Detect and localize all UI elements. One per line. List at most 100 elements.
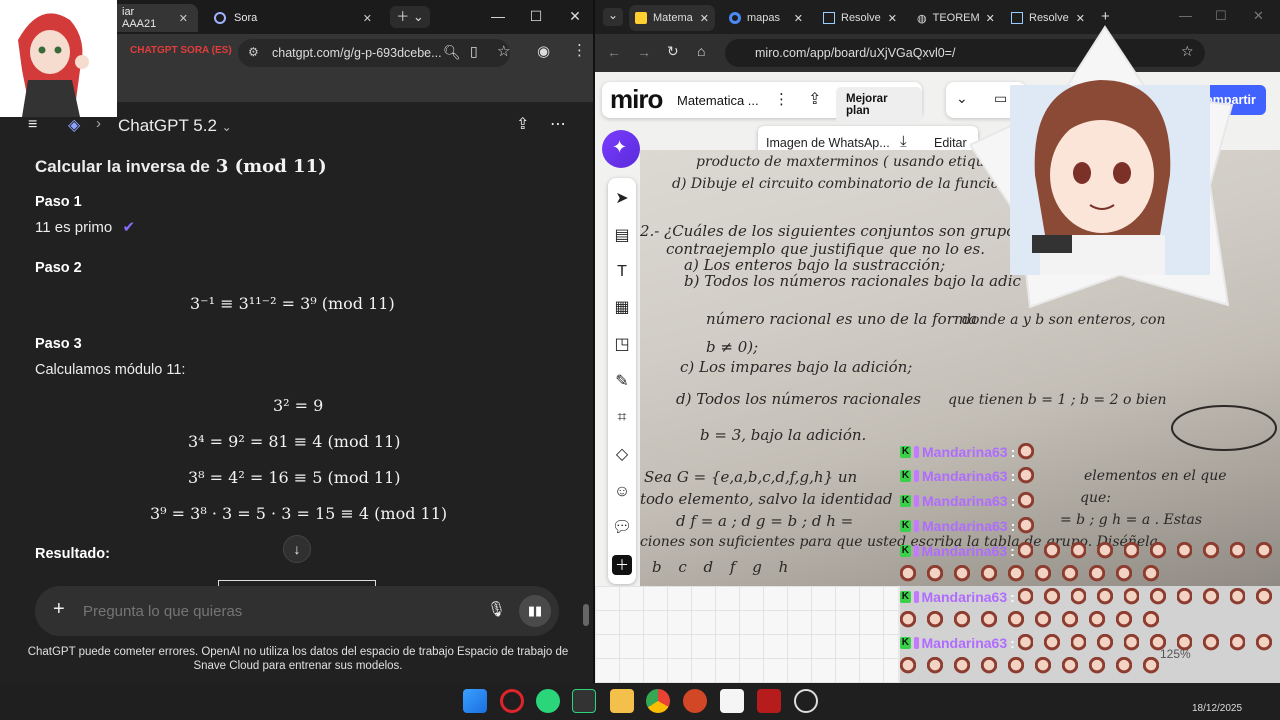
back-icon[interactable]: ← (607, 44, 621, 60)
site-info-icon[interactable]: ⚙ (248, 45, 259, 59)
microphone-icon[interactable]: 🎙︎ (487, 600, 506, 618)
close-window-icon[interactable]: ✕ (565, 8, 585, 25)
opera-icon[interactable] (500, 689, 524, 713)
close-window-icon[interactable]: ✕ (1253, 8, 1264, 24)
tab-list-icon[interactable]: ⌄ (603, 8, 623, 26)
zoom-icon[interactable]: 🔍︎ (443, 44, 461, 61)
select-icon[interactable]: ➤ (612, 189, 632, 209)
home-icon[interactable]: ⌂ (697, 43, 705, 59)
chevron-double-icon[interactable]: ⌄ (956, 90, 968, 107)
step1-text: 11 es primo ✔ (35, 218, 135, 236)
close-icon[interactable]: ✕ (888, 12, 897, 25)
chat-message: K Mandarina63: (900, 514, 1280, 538)
export-icon[interactable]: ⇪ (808, 89, 821, 109)
emote-icon (981, 611, 997, 629)
ai-assistant-button[interactable]: ✦ (602, 130, 640, 168)
prompt-box[interactable]: + 🎙︎ ▮▮ (35, 586, 559, 636)
emoji-icon[interactable]: ☺ (612, 482, 632, 502)
profile-icon[interactable]: ◉ (537, 42, 550, 60)
emote-icon (1116, 565, 1132, 583)
url-text: chatgpt.com/g/g-p-693dcebe... (272, 46, 442, 60)
emote-icon (1097, 542, 1113, 560)
gaming-app-icon[interactable] (536, 689, 560, 713)
upgrade-button[interactable]: Mejorar plan (836, 87, 922, 123)
emote-icon (1229, 634, 1246, 652)
pen-icon[interactable]: ✎ (612, 372, 632, 392)
download-icon[interactable]: ⤓ (900, 133, 907, 150)
check-icon: ✔ (122, 219, 136, 236)
zoom-level[interactable]: 125% (1160, 647, 1191, 661)
emote-icon (1176, 542, 1193, 560)
step3-label: Paso 3 (35, 336, 82, 352)
chrome-icon[interactable] (646, 689, 670, 713)
maximize-icon[interactable]: ☐ (1215, 8, 1227, 24)
emote-icon (981, 565, 997, 583)
emote-icon (1229, 588, 1246, 606)
notepad-icon[interactable] (720, 689, 744, 713)
scroll-down-button[interactable]: ↓ (283, 535, 311, 563)
voice-mode-button[interactable]: ▮▮ (519, 595, 551, 627)
windows-start-icon[interactable] (463, 689, 487, 713)
menu-icon[interactable]: ⋮ (572, 41, 587, 59)
file-explorer-icon[interactable] (610, 689, 634, 713)
emote-icon (1008, 611, 1024, 629)
table-icon[interactable]: ▦ (612, 298, 632, 318)
new-tab-button[interactable]: ＋ ⌄ (390, 6, 430, 28)
answer-heading: Calcular la inversa de 3 (mod 11) (35, 156, 327, 177)
edit-button[interactable]: Editar (934, 136, 967, 150)
date-display: 18/12/2025 (1192, 703, 1243, 714)
shapes-icon[interactable]: ◇ (612, 445, 632, 465)
frame-icon[interactable]: ⌗ (612, 408, 632, 428)
sidebar-menu-icon[interactable]: ≡ (28, 116, 37, 134)
more-tools-icon[interactable]: ＋ (612, 555, 632, 575)
prompt-input[interactable] (83, 598, 463, 624)
close-icon[interactable]: ✕ (794, 12, 803, 25)
model-selector[interactable]: ChatGPT 5.2 ⌄ (118, 116, 232, 136)
share-icon[interactable]: ⇪ (516, 114, 529, 134)
app-icon[interactable] (757, 689, 781, 713)
close-icon[interactable]: ✕ (986, 12, 995, 25)
miro-board-bar: miro Matematica ... ⋮ ⇪ Mejorar plan (602, 82, 922, 123)
powerpoint-icon[interactable] (683, 689, 707, 713)
board-menu-icon[interactable]: ⋮ (774, 90, 789, 108)
tab-sora[interactable]: Sora ✕ (204, 4, 382, 32)
miro-logo[interactable]: miro (610, 84, 663, 115)
minimize-icon[interactable]: — (488, 8, 508, 24)
minimize-icon[interactable]: — (1179, 8, 1192, 23)
plus-icon[interactable]: + (53, 598, 65, 621)
sticky-note-icon[interactable]: ◳ (612, 335, 632, 355)
project-icon[interactable]: ◈ (68, 115, 80, 135)
chat-message-area: Calcular la inversa de 3 (mod 11) Paso 1… (0, 148, 593, 588)
more-options-icon[interactable]: ⋯ (550, 114, 566, 134)
tab-active[interactable]: iar AAA21 ✕ (112, 4, 198, 32)
board-name[interactable]: Matematica ... (677, 93, 759, 108)
close-icon[interactable]: ✕ (1076, 12, 1085, 25)
google-icon (729, 12, 741, 24)
emote-icon (927, 657, 943, 675)
tab-miro[interactable]: Matema ✕ (629, 5, 715, 31)
tab-google[interactable]: mapas ✕ (723, 5, 809, 31)
tab-resolve-1[interactable]: Resolve ✕ (817, 5, 903, 31)
close-icon[interactable]: ✕ (363, 12, 372, 25)
text-icon[interactable]: T (612, 262, 632, 282)
obs-icon[interactable] (794, 689, 818, 713)
emote-icon (1008, 565, 1024, 583)
reading-mode-icon[interactable]: ▯ (470, 43, 478, 60)
bookmark-star-icon[interactable]: ☆ (497, 42, 510, 60)
maximize-icon[interactable]: ☐ (526, 8, 546, 25)
tab-label: TEOREM (932, 12, 980, 24)
heading-math: 3 (mod 11) (215, 156, 327, 177)
scrollbar-thumb[interactable] (583, 604, 589, 626)
image-name[interactable]: Imagen de WhatsAp... (766, 136, 890, 150)
chat-username: Mandarina63 (921, 635, 1008, 651)
close-icon[interactable]: ✕ (179, 12, 188, 25)
reload-icon[interactable]: ↻ (667, 43, 679, 60)
chatgpt-app-icon[interactable] (572, 689, 596, 713)
close-icon[interactable]: ✕ (700, 12, 709, 25)
templates-icon[interactable]: ▤ (612, 226, 632, 246)
taskbar: 18/12/2025 (0, 683, 1280, 720)
emote-icon (1089, 565, 1105, 583)
comment-icon[interactable]: 💬︎ (612, 518, 632, 538)
new-tab-icon[interactable]: + (1101, 8, 1110, 25)
forward-icon[interactable]: → (637, 44, 651, 60)
